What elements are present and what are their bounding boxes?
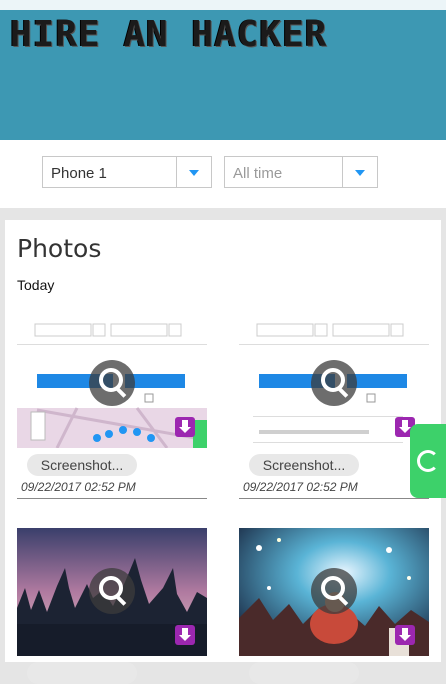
device-select-value: Phone 1 [51,165,107,182]
photo-date: 09/22/2017 02:52 PM [243,480,358,494]
page-title: Photos [17,234,102,263]
photo-name-pill [27,662,137,684]
banner-title: HIRE AN HACKER [10,14,328,55]
refresh-button[interactable] [410,424,446,498]
photo-name-pill [249,662,359,684]
photo-thumbnail[interactable] [17,528,207,656]
card-divider [17,498,207,499]
section-divider [0,208,446,220]
photo-thumbnail[interactable] [239,528,429,656]
magnifier-icon[interactable] [311,360,357,406]
photos-panel: Photos Today Screenshot... 09/22/2017 02… [5,220,441,684]
photo-name: Screenshot... [27,454,137,476]
chevron-down-icon[interactable] [176,157,211,187]
download-icon[interactable] [175,417,195,437]
filter-bar: Phone 1 All time [0,140,446,209]
magnifier-icon[interactable] [89,360,135,406]
magnifier-icon[interactable] [89,568,135,614]
photo-thumbnail[interactable] [17,320,207,448]
download-icon[interactable] [395,625,415,645]
magnifier-icon[interactable] [311,568,357,614]
refresh-icon [417,450,439,472]
time-select[interactable]: All time [224,156,378,188]
download-icon[interactable] [175,625,195,645]
photo-name: Screenshot... [249,454,359,476]
site-banner: HIRE AN HACKER [0,0,446,140]
device-select[interactable]: Phone 1 [42,156,212,188]
chevron-down-icon[interactable] [342,157,377,187]
card-divider [239,498,429,499]
time-select-value: All time [233,165,283,182]
banner-top-strip [0,0,446,10]
group-label: Today [17,277,55,293]
photo-thumbnail[interactable] [239,320,429,448]
photo-date: 09/22/2017 02:52 PM [21,480,136,494]
